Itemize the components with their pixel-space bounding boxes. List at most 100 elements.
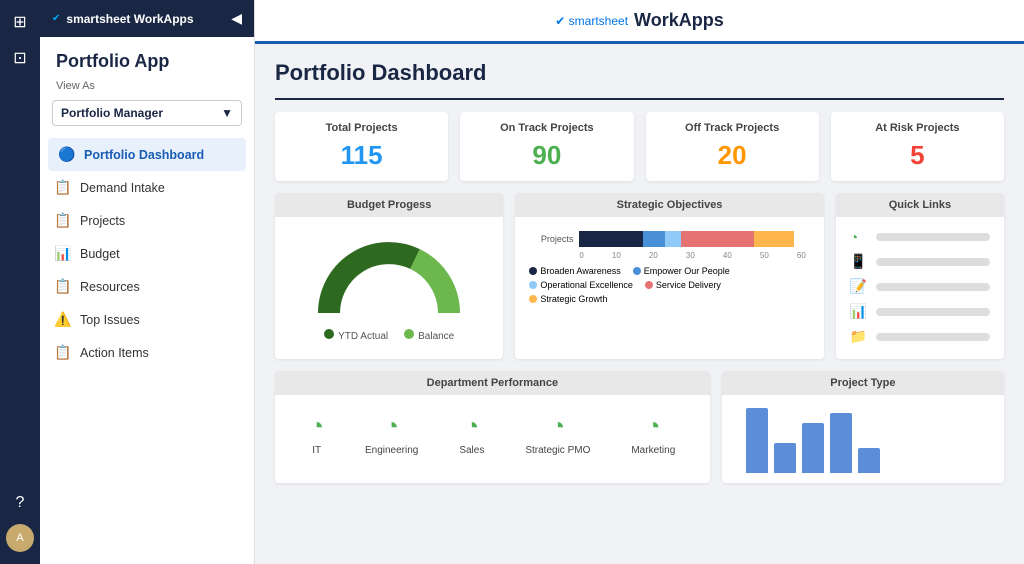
home-icon[interactable]: ⊞	[13, 12, 26, 32]
sidebar-item-label: Top Issues	[80, 313, 140, 327]
project-type-card: Project Type	[722, 371, 1004, 483]
legend-broaden-dot	[529, 267, 537, 275]
sidebar-header: ✔ smartsheet WorkApps ◀	[40, 0, 254, 37]
stat-label-total: Total Projects	[289, 122, 434, 134]
sidebar-item-label: Demand Intake	[80, 181, 165, 195]
issues-icon: ⚠️	[54, 311, 72, 328]
gauge-legend: YTD Actual Balance	[324, 329, 454, 342]
stat-value-off-track: 20	[660, 140, 805, 171]
proj-bar-4	[830, 413, 852, 473]
topbar-brand-name: WorkApps	[634, 10, 724, 31]
sidebar-item-label: Projects	[80, 214, 125, 228]
icon-bar: ⊞ ⊡ ? A	[0, 0, 40, 564]
bar-strategic	[754, 231, 795, 247]
top-bar: ✔ smartsheet WorkApps	[255, 0, 1024, 44]
strategic-chart-title: Strategic Objectives	[515, 193, 823, 217]
bar-empower	[643, 231, 666, 247]
stat-value-on-track: 90	[474, 140, 619, 171]
dept-card-title: Department Performance	[275, 371, 710, 395]
quick-link-3[interactable]: 📝	[850, 278, 990, 295]
view-as-label: View As	[40, 76, 254, 96]
view-as-value: Portfolio Manager	[61, 106, 163, 120]
strategic-legend: Broaden Awareness Empower Our People Ope…	[529, 266, 809, 304]
gauge-svg	[309, 233, 469, 323]
quick-link-icon-1: ◔	[850, 229, 868, 245]
sidebar-item-action-items[interactable]: 📋 Action Items	[40, 336, 254, 369]
legend-empower-dot	[633, 267, 641, 275]
stat-label-off-track: Off Track Projects	[660, 122, 805, 134]
dept-engineering-icon: ◔	[384, 413, 399, 441]
legend-empower: Empower Our People	[633, 266, 730, 276]
collapse-button[interactable]: ◀	[231, 10, 242, 27]
dept-sales: ◔ Sales	[459, 413, 484, 456]
quick-link-icon-2: 📱	[850, 253, 868, 270]
stat-card-off-track: Off Track Projects 20	[646, 112, 819, 181]
avatar[interactable]: A	[6, 524, 34, 552]
bar-row-projects: Projects	[533, 231, 805, 247]
dashboard-icon: 🔵	[58, 146, 76, 163]
dashboard-title: Portfolio Dashboard	[275, 60, 1004, 86]
dept-it-icon: ◔	[309, 413, 324, 441]
dept-engineering: ◔ Engineering	[365, 413, 418, 456]
gauge-container: YTD Actual Balance	[289, 225, 489, 346]
sidebar-item-label: Portfolio Dashboard	[84, 148, 204, 162]
quick-link-bar-3	[876, 283, 990, 291]
bar-broaden	[579, 231, 642, 247]
sidebar-item-budget[interactable]: 📊 Budget	[40, 237, 254, 270]
proj-bar-3	[802, 423, 824, 473]
stat-label-at-risk: At Risk Projects	[845, 122, 990, 134]
dept-pmo-label: Strategic PMO	[525, 445, 590, 456]
dept-marketing: ◔ Marketing	[631, 413, 675, 456]
project-type-title: Project Type	[722, 371, 1004, 395]
title-divider	[275, 98, 1004, 100]
dept-engineering-label: Engineering	[365, 445, 418, 456]
sidebar-item-label: Budget	[80, 247, 120, 261]
quick-link-2[interactable]: 📱	[850, 253, 990, 270]
budget-chart-title: Budget Progess	[275, 193, 503, 217]
legend-growth-dot	[529, 295, 537, 303]
stats-row: Total Projects 115 On Track Projects 90 …	[275, 112, 1004, 181]
bar-row-label: Projects	[533, 234, 573, 244]
legend-growth-label: Strategic Growth	[540, 294, 607, 304]
quick-link-5[interactable]: 📁	[850, 328, 990, 345]
quick-link-bar-1	[876, 233, 990, 241]
sidebar-item-resources[interactable]: 📋 Resources	[40, 270, 254, 303]
dept-it: ◔ IT	[309, 413, 324, 456]
view-as-select[interactable]: Portfolio Manager ▼	[52, 100, 242, 126]
budget-chart-card: Budget Progess YTD Actual Balance	[275, 193, 503, 359]
question-icon[interactable]: ?	[16, 494, 25, 512]
quick-links-title: Quick Links	[836, 193, 1004, 217]
bottom-row: Department Performance ◔ IT ◔ Engineerin…	[275, 371, 1004, 483]
quick-link-icon-5: 📁	[850, 328, 868, 345]
sidebar-item-demand-intake[interactable]: 📋 Demand Intake	[40, 171, 254, 204]
legend-service-dot	[645, 281, 653, 289]
smartsheet-checkmark: ✔	[52, 13, 60, 24]
sidebar-item-top-issues[interactable]: ⚠️ Top Issues	[40, 303, 254, 336]
bar-track	[579, 231, 805, 247]
dept-sales-label: Sales	[459, 445, 484, 456]
sidebar-item-portfolio-dashboard[interactable]: 🔵 Portfolio Dashboard	[48, 138, 246, 171]
proj-bar-1	[746, 408, 768, 473]
sidebar-brand-name: smartsheet WorkApps	[66, 12, 193, 26]
quick-link-1[interactable]: ◔	[850, 229, 990, 245]
quick-links-list: ◔ 📱 📝 📊 �	[850, 225, 990, 349]
bar-chart-container: Projects 0 10 20	[529, 231, 809, 260]
stat-card-total: Total Projects 115	[275, 112, 448, 181]
legend-operational-label: Operational Excellence	[540, 280, 633, 290]
bar-service	[681, 231, 753, 247]
chevron-down-icon: ▼	[221, 106, 233, 120]
legend-service: Service Delivery	[645, 280, 721, 290]
bar-operational	[665, 231, 681, 247]
quick-links-card: Quick Links ◔ 📱 📝 📊	[836, 193, 1004, 359]
quick-link-4[interactable]: 📊	[850, 303, 990, 320]
grid-icon[interactable]: ⊡	[13, 48, 26, 68]
strategic-chart: Projects 0 10 20	[529, 225, 809, 310]
legend-ytd: YTD Actual	[324, 329, 388, 342]
sidebar-item-projects[interactable]: 📋 Projects	[40, 204, 254, 237]
legend-growth: Strategic Growth	[529, 294, 607, 304]
stat-value-at-risk: 5	[845, 140, 990, 171]
topbar-checkmark: ✔ smartsheet	[555, 14, 628, 28]
legend-operational-dot	[529, 281, 537, 289]
quick-link-bar-2	[876, 258, 990, 266]
proj-bar-5	[858, 448, 880, 473]
